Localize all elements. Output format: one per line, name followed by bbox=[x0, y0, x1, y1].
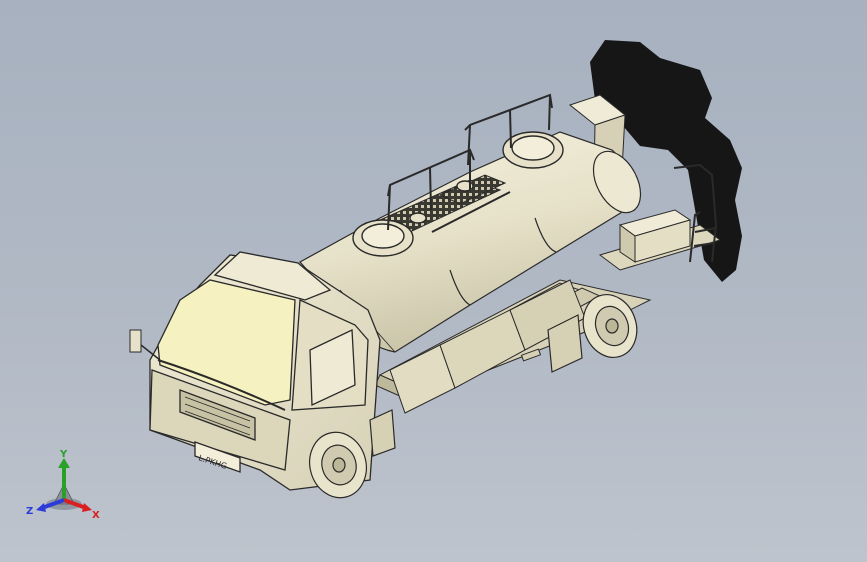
rear-toolbox bbox=[618, 209, 692, 263]
truck-model[interactable]: L.PKHG bbox=[0, 0, 867, 562]
orientation-triad[interactable]: Y X Z bbox=[24, 448, 104, 524]
y-axis-label: Y bbox=[59, 449, 68, 460]
side-mirror bbox=[129, 329, 161, 361]
x-axis-label: X bbox=[92, 510, 100, 521]
z-axis-label: Z bbox=[26, 506, 33, 517]
graphics-viewport[interactable]: L.PKHG Y X Z bbox=[0, 0, 867, 562]
